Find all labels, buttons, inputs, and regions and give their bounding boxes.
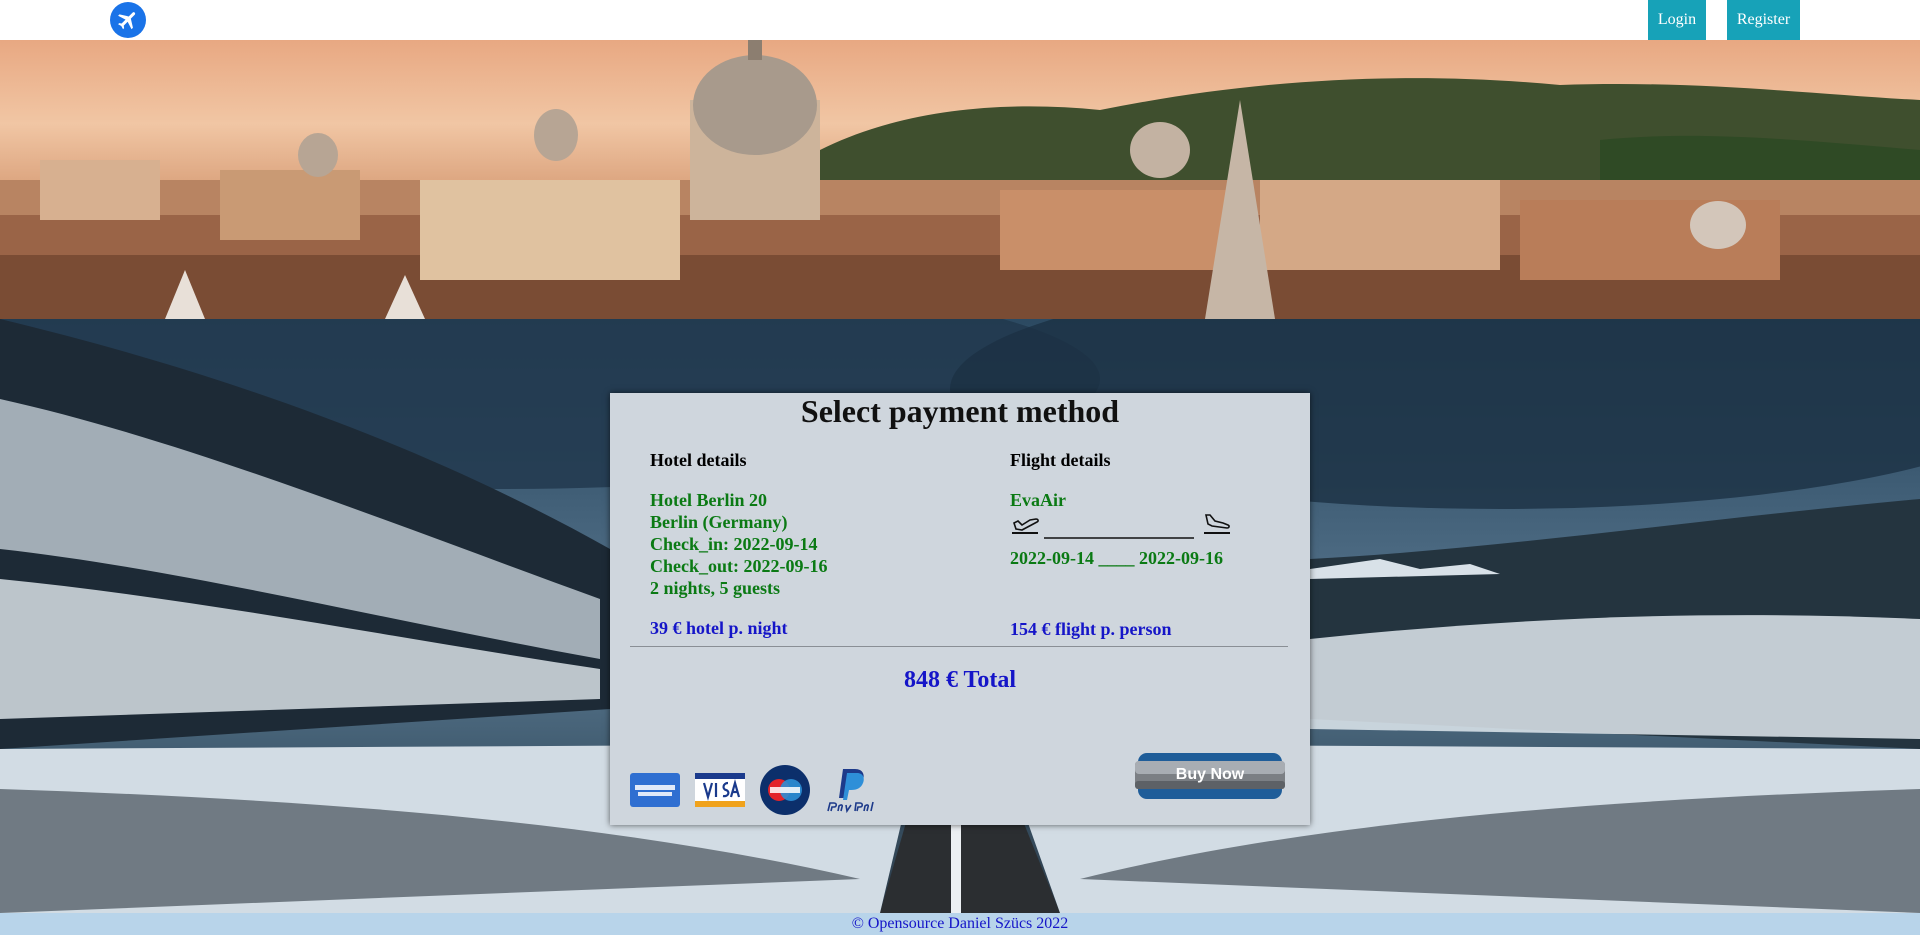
register-button[interactable]: Register	[1727, 0, 1800, 40]
total-price: 848 € Total	[903, 667, 1017, 693]
paypal-icon[interactable]	[825, 765, 877, 815]
visa-icon[interactable]	[695, 773, 745, 807]
hotel-price: 39 € hotel p. night	[650, 618, 788, 638]
flight-price: 154 € flight p. person	[1010, 619, 1172, 639]
city-skyline-graphic	[0, 40, 1920, 319]
hero-city-image	[0, 40, 1920, 319]
login-button[interactable]: Login	[1648, 0, 1706, 40]
page-title: Select payment method	[800, 393, 1120, 429]
hotel-check-out: Check_out: 2022-09-16	[650, 556, 828, 576]
flight-route-graphic	[1010, 511, 1232, 539]
landing-icon	[1204, 514, 1230, 534]
flight-airline: EvaAir	[1010, 490, 1066, 510]
flight-details-heading: Flight details	[1010, 450, 1111, 470]
airplane-icon[interactable]	[110, 2, 146, 38]
buy-now-label: Buy Now	[1175, 766, 1245, 783]
hotel-location: Berlin (Germany)	[650, 512, 788, 532]
hotel-check-in: Check_in: 2022-09-14	[650, 534, 818, 554]
flight-dates: 2022-09-14 ____ 2022-09-16	[1010, 548, 1223, 568]
hotel-details-heading: Hotel details	[650, 450, 747, 470]
amex-icon[interactable]	[630, 773, 680, 807]
hotel-stay-summary: 2 nights, 5 guests	[650, 578, 781, 598]
takeoff-icon	[1012, 518, 1039, 534]
flight-route-svg	[1012, 514, 1230, 539]
top-navbar: Login Register	[0, 0, 1920, 40]
airplane-icon-glyph	[118, 12, 136, 30]
divider	[630, 646, 1288, 647]
payment-methods	[630, 763, 877, 817]
footer-copyright: © Opensource Daniel Szücs 2022	[0, 913, 1920, 935]
payment-card: Select payment method Hotel details Hote…	[610, 393, 1310, 825]
hotel-name: Hotel Berlin 20	[650, 490, 767, 510]
buy-now-button[interactable]: Buy Now	[1135, 753, 1285, 799]
maestro-icon[interactable]	[760, 765, 810, 815]
